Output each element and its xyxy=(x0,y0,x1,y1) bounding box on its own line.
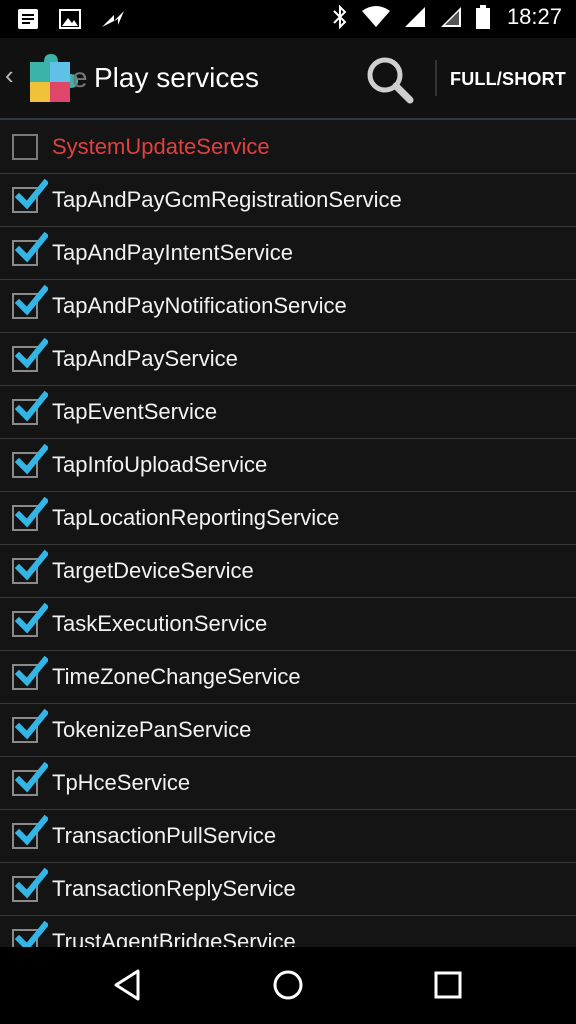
action-bar-divider xyxy=(0,118,576,120)
list-item[interactable]: TransactionReplyService xyxy=(0,863,576,916)
service-name: TokenizePanService xyxy=(52,717,252,742)
service-name: TapAndPayNotificationService xyxy=(52,293,347,318)
service-checkbox[interactable] xyxy=(12,443,48,478)
list-item[interactable]: TaskExecutionService xyxy=(0,598,576,651)
check-icon xyxy=(14,920,48,947)
service-checkbox[interactable] xyxy=(12,655,48,690)
service-checkbox[interactable] xyxy=(12,761,48,796)
nav-bar xyxy=(0,947,576,1024)
service-checkbox[interactable] xyxy=(12,814,48,849)
wifi-icon xyxy=(361,6,390,27)
screen: 18:27 ‹ e Play services FULL/SHORT Syste… xyxy=(0,0,576,1024)
list-item[interactable]: SystemUpdateService xyxy=(0,121,576,174)
check-icon xyxy=(14,496,48,528)
service-name: TapEventService xyxy=(52,399,218,424)
check-icon xyxy=(14,708,48,740)
system-icons: 18:27 xyxy=(331,4,562,30)
list-item[interactable]: TapInfoUploadService xyxy=(0,439,576,492)
check-icon xyxy=(14,549,48,581)
lightning-icon xyxy=(102,11,124,27)
bluetooth-icon xyxy=(333,4,347,30)
service-checkbox[interactable] xyxy=(12,602,48,637)
service-checkbox[interactable] xyxy=(12,178,48,213)
service-list[interactable]: SystemUpdateService TapAndPayGcmRegistrat… xyxy=(0,121,576,947)
service-name: TransactionPullService xyxy=(52,823,277,848)
battery-icon xyxy=(475,5,490,29)
list-item[interactable]: TransactionPullService xyxy=(0,810,576,863)
signal-icon xyxy=(440,7,461,27)
back-chevron-icon[interactable]: ‹ xyxy=(5,62,14,88)
list-item[interactable]: TokenizePanService xyxy=(0,704,576,757)
check-icon xyxy=(14,231,48,263)
service-name: TargetDeviceService xyxy=(52,558,254,583)
page-title: Play services xyxy=(94,62,259,93)
title-fade: e xyxy=(72,62,88,93)
check-icon xyxy=(14,337,48,369)
image-icon xyxy=(59,9,81,29)
home-icon[interactable] xyxy=(263,963,313,1007)
check-icon xyxy=(14,655,48,687)
clock: 18:27 xyxy=(506,4,562,29)
back-icon[interactable] xyxy=(102,963,152,1007)
service-checkbox[interactable] xyxy=(12,708,48,743)
search-icon[interactable] xyxy=(362,52,418,108)
check-icon xyxy=(14,284,48,316)
service-checkbox[interactable] xyxy=(12,920,48,947)
service-name: TaskExecutionService xyxy=(52,611,268,636)
list-item[interactable]: TapAndPayGcmRegistrationService xyxy=(0,174,576,227)
service-name: TransactionReplyService xyxy=(52,876,296,901)
check-icon xyxy=(14,443,48,475)
list-item[interactable]: TapEventService xyxy=(0,386,576,439)
signal-icon xyxy=(404,7,425,27)
service-checkbox[interactable] xyxy=(12,337,48,372)
check-icon xyxy=(14,390,48,422)
service-checkbox[interactable] xyxy=(12,496,48,531)
service-checkbox[interactable] xyxy=(12,390,48,425)
list-item[interactable]: TrustAgentBridgeService xyxy=(0,916,576,947)
service-name: TpHceService xyxy=(52,770,191,795)
list-item[interactable]: TargetDeviceService xyxy=(0,545,576,598)
list-item[interactable]: TapAndPayIntentService xyxy=(0,227,576,280)
service-checkbox[interactable] xyxy=(12,549,48,584)
service-name: TapAndPayIntentService xyxy=(52,240,293,265)
action-divider xyxy=(435,60,437,96)
service-name: TapLocationReportingService xyxy=(52,505,340,530)
list-item[interactable]: TimeZoneChangeService xyxy=(0,651,576,704)
check-icon xyxy=(14,761,48,793)
service-name: SystemUpdateService xyxy=(52,134,270,159)
service-name: TapInfoUploadService xyxy=(52,452,268,477)
list-item[interactable]: TapAndPayService xyxy=(0,333,576,386)
service-name: TimeZoneChangeService xyxy=(52,664,301,689)
status-bar: 18:27 xyxy=(0,0,576,38)
service-name: TapAndPayService xyxy=(52,346,238,371)
list-item[interactable]: TpHceService xyxy=(0,757,576,810)
list-item[interactable]: TapLocationReportingService xyxy=(0,492,576,545)
service-checkbox[interactable] xyxy=(12,134,38,160)
service-name: TrustAgentBridgeService xyxy=(52,929,296,947)
notification-icons xyxy=(16,7,126,31)
service-checkbox[interactable] xyxy=(12,867,48,902)
check-icon xyxy=(14,602,48,634)
service-checkbox[interactable] xyxy=(12,231,48,266)
recents-icon[interactable] xyxy=(423,963,473,1007)
check-icon xyxy=(14,814,48,846)
service-checkbox[interactable] xyxy=(12,284,48,319)
list-item[interactable]: TapAndPayNotificationService xyxy=(0,280,576,333)
full-short-button[interactable]: FULL/SHORT xyxy=(446,64,570,94)
service-name: TapAndPayGcmRegistrationService xyxy=(52,187,402,212)
action-bar: ‹ e Play services FULL/SHORT xyxy=(0,38,576,120)
document-icon xyxy=(18,9,38,29)
check-icon xyxy=(14,178,48,210)
check-icon xyxy=(14,867,48,899)
